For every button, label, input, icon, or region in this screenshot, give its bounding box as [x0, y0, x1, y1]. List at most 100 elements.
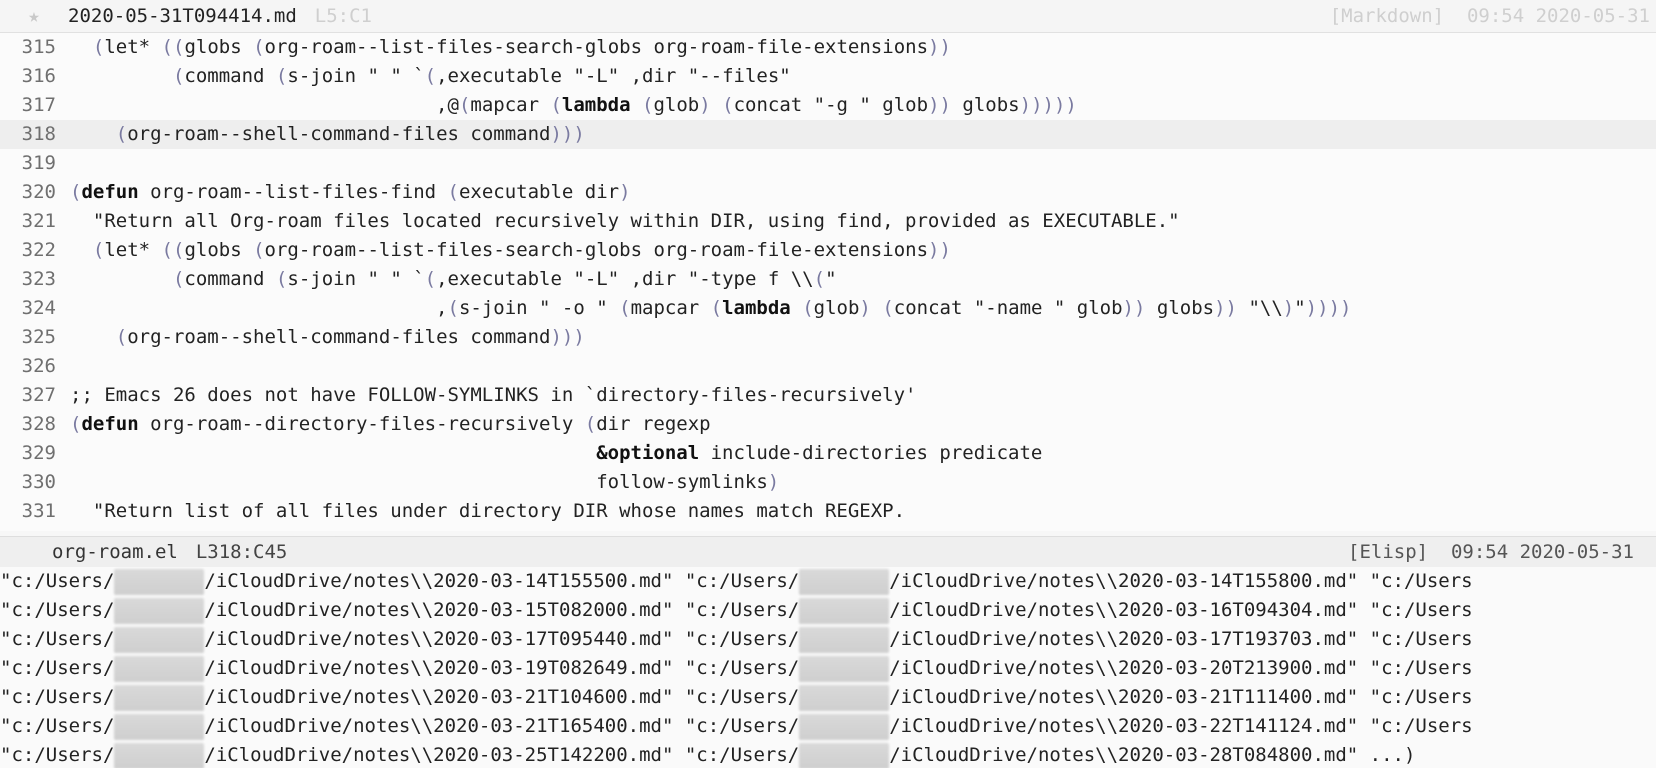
paren: (: [172, 65, 185, 87]
paren: ): [1122, 297, 1134, 319]
path-suffix: /iCloudDrive/notes\\2020-03-22T141124.md…: [889, 715, 1359, 737]
path-truncated: "c:/Users: [1358, 599, 1473, 621]
code-line[interactable]: 327 ;; Emacs 26 does not have FOLLOW-SYML…: [0, 381, 1656, 410]
paren: (: [458, 94, 471, 116]
path-prefix: "c:/Users/: [0, 628, 115, 650]
paren: (: [173, 239, 185, 261]
redacted-username: [799, 626, 890, 653]
paren: ): [939, 94, 951, 116]
line-number: 315: [21, 36, 56, 58]
path-prefix: "c:/Users/: [0, 715, 115, 737]
code-line[interactable]: 331 "Return list of all files under dire…: [0, 497, 1656, 526]
paren: ): [939, 239, 951, 261]
paren: ): [1214, 297, 1226, 319]
paren: (: [253, 36, 265, 58]
code-text: "Return all Org-roam files located recur…: [70, 210, 1180, 232]
code-line[interactable]: 323 (command (s-join " " `(,executable "…: [0, 265, 1656, 294]
clock: 09:54 2020-05-31: [1450, 541, 1634, 563]
paren: (: [619, 297, 631, 319]
path-suffix: /iCloudDrive/notes\\2020-03-17T095440.md…: [204, 628, 674, 650]
line-number: 319: [21, 152, 56, 174]
redacted-username: [799, 742, 890, 768]
code-line[interactable]: 316 (command (s-join " " `(,executable "…: [0, 62, 1656, 91]
major-mode: [Elisp]: [1348, 541, 1429, 563]
major-mode: [Markdown]: [1329, 5, 1445, 27]
paren: ): [573, 123, 585, 145]
keyword: &optional: [596, 442, 700, 464]
redacted-username: [114, 626, 205, 653]
path-truncated: "c:/Users: [1358, 657, 1473, 679]
paren: (: [115, 123, 128, 145]
paren: ): [550, 123, 562, 145]
line-number: 322: [21, 239, 56, 261]
redacted-username: [799, 684, 890, 711]
paren: ): [1042, 94, 1054, 116]
code-line[interactable]: 322 (let* ((globs (org-roam--list-files-…: [0, 236, 1656, 265]
path-truncated: "c:/Users: [1358, 686, 1473, 708]
code-line[interactable]: 328 (defun org-roam--directory-files-recu…: [0, 410, 1656, 439]
path-truncated: "c:/Users: [1358, 570, 1473, 592]
paren: (: [161, 36, 173, 58]
path-prefix: "c:/Users/: [0, 657, 115, 679]
code-line[interactable]: 324 ,(s-join " -o " (mapcar (lambda (glo…: [0, 294, 1656, 323]
paren: (: [275, 268, 288, 290]
paren: ): [550, 326, 562, 348]
code-line[interactable]: 317 ,@(mapcar (lambda (glob) (concat "-g…: [0, 91, 1656, 120]
code-line[interactable]: 315 (let* ((globs (org-roam--list-files-…: [0, 33, 1656, 62]
keyword: defun: [81, 413, 139, 435]
code-line[interactable]: 321 "Return all Org-roam files located r…: [0, 207, 1656, 236]
redacted-username: [799, 655, 890, 682]
paren: (: [584, 413, 597, 435]
redacted-username: [799, 597, 890, 624]
paren: ): [859, 297, 871, 319]
redacted-username: [114, 597, 205, 624]
paren: (: [161, 239, 173, 261]
path-prefix: "c:/Users/: [673, 715, 800, 737]
cursor-position: L318:C45: [195, 541, 288, 563]
header-line: ★ 2020-05-31T094414.md L5:C1 [Markdown] …: [0, 0, 1656, 33]
code-text: (org-roam--shell-command-files command))…: [115, 326, 585, 348]
line-number: 320: [21, 181, 56, 203]
paren: ): [1340, 297, 1352, 319]
redacted-username: [799, 713, 890, 740]
path-suffix: /iCloudDrive/notes\\2020-03-28T084800.md…: [889, 744, 1359, 766]
path-prefix: "c:/Users/: [0, 744, 115, 766]
path-prefix: "c:/Users/: [0, 686, 115, 708]
code-editor[interactable]: 315 (let* ((globs (org-roam--list-files-…: [0, 33, 1656, 531]
keyword: lambda: [561, 94, 631, 116]
paren: (: [253, 239, 265, 261]
paren: ): [1019, 94, 1032, 116]
paren: ): [928, 239, 940, 261]
paren: ): [1328, 297, 1341, 319]
code-line[interactable]: 320 (defun org-roam--list-files-find (exe…: [0, 178, 1656, 207]
code-text: (let* ((globs (org-roam--list-files-sear…: [92, 239, 951, 261]
code-line[interactable]: 319: [0, 149, 1656, 178]
code-line[interactable]: 326: [0, 352, 1656, 381]
paren: (: [550, 94, 562, 116]
paren: ): [928, 36, 940, 58]
paren: (: [447, 181, 459, 203]
paren: ): [561, 123, 574, 145]
code-line[interactable]: 325 (org-roam--shell-command-files comma…: [0, 323, 1656, 352]
line-number: 316: [21, 65, 56, 87]
paren: ): [1031, 94, 1043, 116]
buffer-filename[interactable]: 2020-05-31T094414.md: [68, 5, 297, 27]
code-line[interactable]: 329 &optional include-directories predic…: [0, 439, 1656, 468]
path-suffix: /iCloudDrive/notes\\2020-03-15T082000.md…: [204, 599, 674, 621]
path-prefix: "c:/Users/: [673, 657, 800, 679]
path-suffix: /iCloudDrive/notes\\2020-03-21T104600.md…: [204, 686, 674, 708]
buffer-filename[interactable]: org-roam.el: [52, 541, 178, 563]
paren: (: [722, 94, 734, 116]
path-suffix: /iCloudDrive/notes\\2020-03-19T082649.md…: [204, 657, 674, 679]
paren: (: [92, 239, 105, 261]
code-text: (defun org-roam--directory-files-recursi…: [70, 413, 711, 435]
code-line[interactable]: 318 (org-roam--shell-command-files comma…: [0, 120, 1656, 149]
path-truncated: "c:/Users: [1358, 715, 1473, 737]
path-suffix: /iCloudDrive/notes\\2020-03-14T155800.md…: [889, 570, 1359, 592]
redacted-username: [114, 568, 205, 595]
code-line[interactable]: 330 follow-symlinks): [0, 468, 1656, 497]
code-text: &optional include-directories predicate: [596, 442, 1043, 464]
redacted-username: [114, 742, 205, 768]
paren: (: [173, 36, 185, 58]
line-number: 328: [21, 413, 56, 435]
